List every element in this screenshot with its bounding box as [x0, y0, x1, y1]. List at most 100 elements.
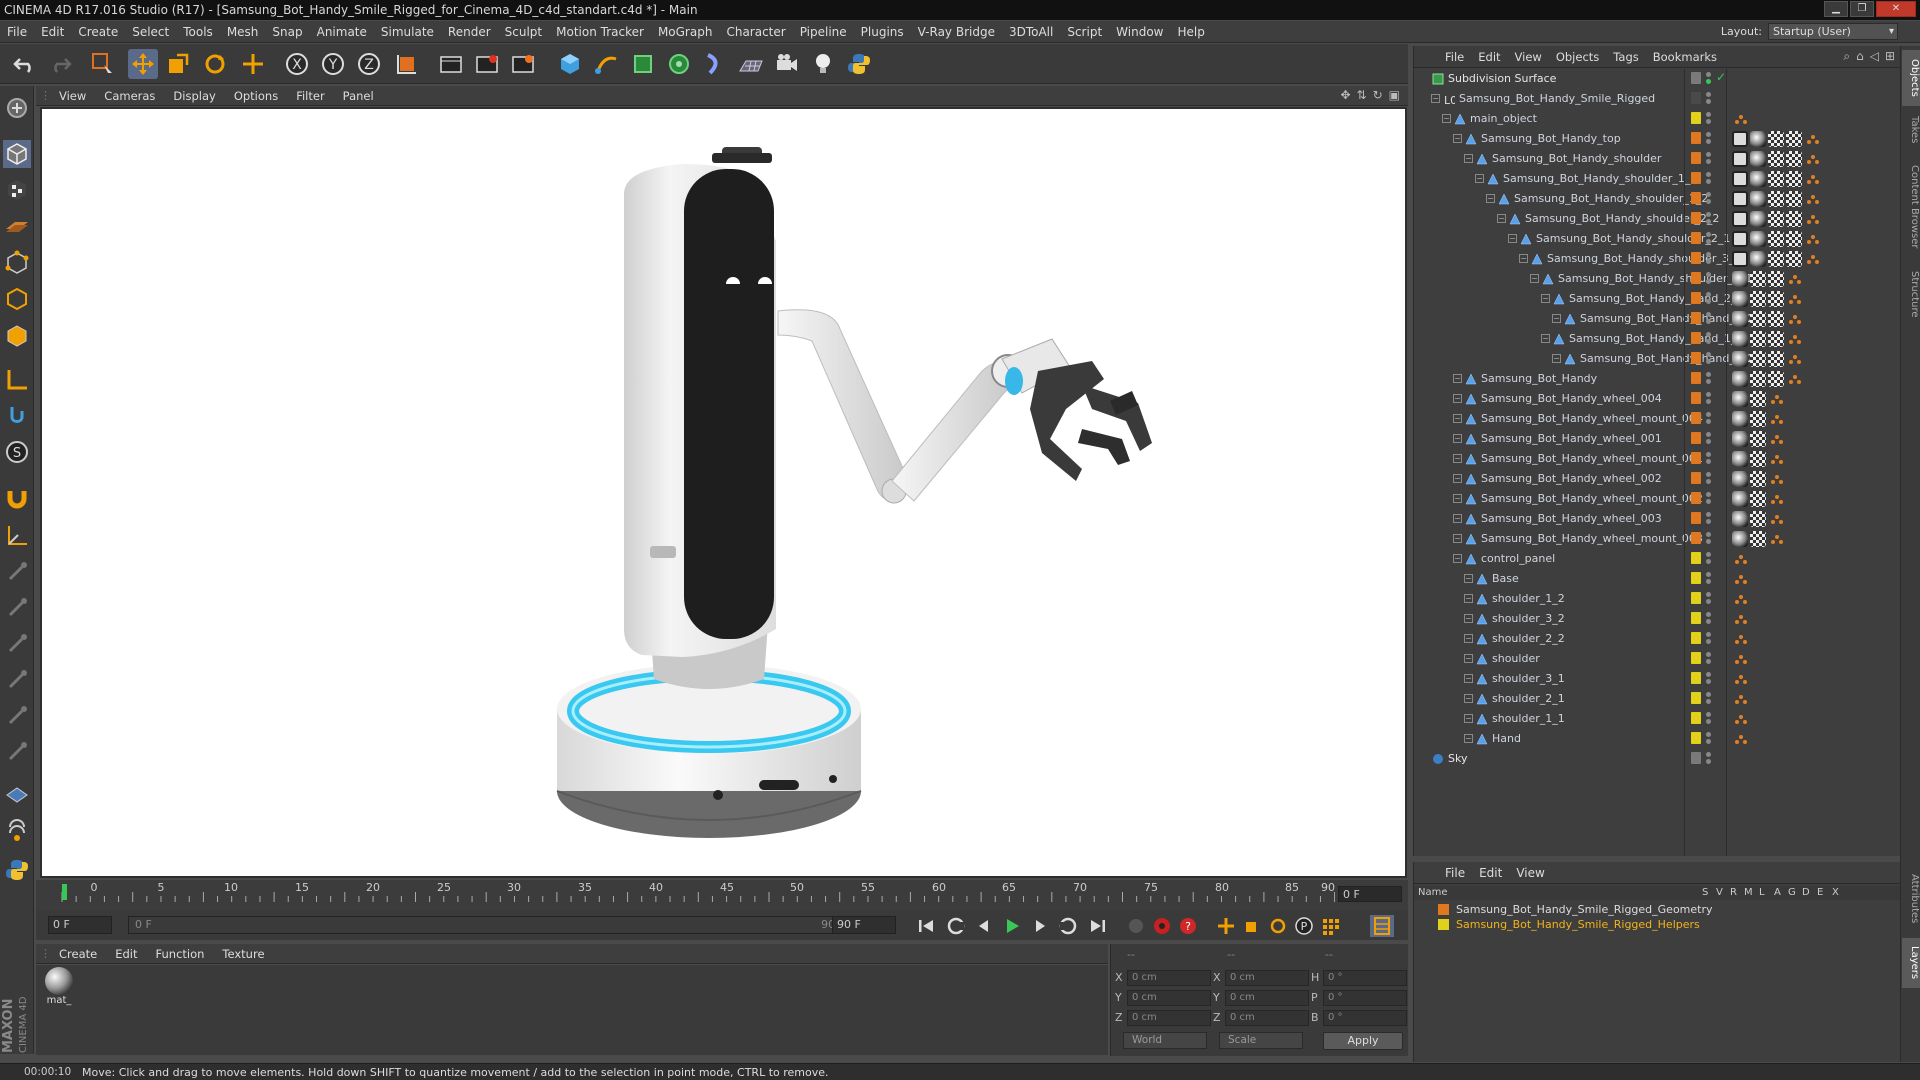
object-name[interactable]: Samsung_Bot_Handy_shoulder_3_2: [1547, 252, 1741, 265]
tag-material-icon[interactable]: [1768, 271, 1784, 287]
tag-ik-icon[interactable]: [1732, 671, 1748, 687]
tag-ik-icon[interactable]: [1768, 531, 1784, 547]
layer-color-indicator[interactable]: [1691, 632, 1701, 644]
visibility-dots-icon[interactable]: [1706, 572, 1711, 586]
menu-help[interactable]: Help: [1170, 21, 1211, 43]
menu-motion-tracker[interactable]: Motion Tracker: [549, 21, 651, 43]
objects-menu-tags[interactable]: Tags: [1606, 46, 1645, 68]
expand-toggle-icon[interactable]: −: [1497, 214, 1506, 223]
expand-toggle-icon[interactable]: −: [1442, 114, 1451, 123]
close-button[interactable]: ✕: [1876, 1, 1916, 17]
size-y-field[interactable]: 0 cm: [1225, 990, 1309, 1006]
object-name[interactable]: Samsung_Bot_Handy_hand_1_1: [1569, 332, 1743, 345]
visibility-dots-icon[interactable]: [1706, 332, 1711, 346]
layer-color-indicator[interactable]: [1691, 752, 1701, 764]
visibility-dots-icon[interactable]: [1706, 612, 1711, 626]
expand-toggle-icon[interactable]: −: [1464, 574, 1473, 583]
tag-ik-icon[interactable]: [1732, 691, 1748, 707]
end-frame-field[interactable]: 90 F: [832, 916, 896, 934]
object-name[interactable]: shoulder_3_1: [1492, 672, 1565, 685]
material-menu-texture[interactable]: Texture: [213, 947, 273, 961]
object-row[interactable]: − Samsung_Bot_Handy_shoulder_3_2: [1414, 249, 1901, 269]
layers-menu-view[interactable]: View: [1509, 862, 1551, 884]
expand-toggle-icon[interactable]: −: [1464, 734, 1473, 743]
visibility-dots-icon[interactable]: [1706, 312, 1711, 326]
objects-menu-bookmarks[interactable]: Bookmarks: [1646, 46, 1724, 68]
deformer-icon[interactable]: [700, 49, 730, 79]
layer-color-indicator[interactable]: [1691, 192, 1701, 204]
layer-color-indicator[interactable]: [1691, 112, 1701, 124]
layer-color-indicator[interactable]: [1691, 532, 1701, 544]
tag-phong-icon[interactable]: [1732, 511, 1748, 527]
object-name[interactable]: control_panel: [1481, 552, 1555, 565]
object-row[interactable]: − Samsung_Bot_Handy_wheel_002: [1414, 469, 1901, 489]
visibility-dots-icon[interactable]: [1706, 212, 1711, 226]
layer-color-indicator[interactable]: [1691, 252, 1701, 264]
object-row[interactable]: − control_panel: [1414, 549, 1901, 569]
rotation-p-field[interactable]: 0 °: [1323, 990, 1407, 1006]
layer-color-indicator[interactable]: [1691, 592, 1701, 604]
tag-material-icon[interactable]: [1750, 411, 1766, 427]
back-icon[interactable]: ◁: [1870, 49, 1879, 64]
tag-material-icon[interactable]: [1750, 391, 1766, 407]
visibility-dots-icon[interactable]: [1706, 692, 1711, 706]
expand-toggle-icon[interactable]: −: [1464, 594, 1473, 603]
object-name[interactable]: Samsung_Bot_Handy_shoulder_3_1: [1558, 272, 1752, 285]
tag-material-icon[interactable]: [1768, 191, 1784, 207]
tag-ik-icon[interactable]: [1732, 731, 1748, 747]
tag-material-icon[interactable]: [1750, 491, 1766, 507]
tag-phong-icon[interactable]: [1750, 231, 1766, 247]
expand-toggle-icon[interactable]: −: [1530, 274, 1539, 283]
tag-constraint-icon[interactable]: [1732, 171, 1748, 187]
edges-mode-icon[interactable]: [3, 285, 31, 313]
y-axis-lock-icon[interactable]: Y: [318, 49, 348, 79]
expand-toggle-icon[interactable]: −: [1541, 294, 1550, 303]
menu-sculpt[interactable]: Sculpt: [498, 21, 549, 43]
render-view-icon[interactable]: [436, 49, 466, 79]
tag-material-icon[interactable]: [1750, 471, 1766, 487]
menu-mesh[interactable]: Mesh: [220, 21, 266, 43]
snap-icon[interactable]: S: [3, 438, 31, 466]
visibility-dots-icon[interactable]: [1706, 472, 1711, 486]
object-row[interactable]: − Samsung_Bot_Handy_hand_2_2: [1414, 309, 1901, 329]
object-row[interactable]: − Samsung_Bot_Handy_wheel_001: [1414, 429, 1901, 449]
visibility-dots-icon[interactable]: [1706, 672, 1711, 686]
menu-character[interactable]: Character: [719, 21, 792, 43]
tag-material-icon[interactable]: [1768, 151, 1784, 167]
tag-material-icon[interactable]: [1786, 191, 1802, 207]
tag-phong-icon[interactable]: [1750, 251, 1766, 267]
layer-color-indicator[interactable]: [1691, 672, 1701, 684]
tag-phong-icon[interactable]: [1732, 531, 1748, 547]
layer-color-indicator[interactable]: [1691, 272, 1701, 284]
tag-material-icon[interactable]: [1750, 431, 1766, 447]
object-name[interactable]: Samsung_Bot_Handy_wheel_001: [1481, 432, 1662, 445]
start-frame-field[interactable]: 0 F: [48, 916, 112, 934]
objects-menu-objects[interactable]: Objects: [1549, 46, 1606, 68]
visibility-dots-icon[interactable]: [1706, 112, 1711, 126]
object-row[interactable]: − shoulder: [1414, 649, 1901, 669]
tag-material-icon[interactable]: [1786, 171, 1802, 187]
position-y-field[interactable]: 0 cm: [1127, 990, 1211, 1006]
python-icon[interactable]: [844, 49, 874, 79]
expand-toggle-icon[interactable]: −: [1464, 634, 1473, 643]
object-row[interactable]: − Samsung_Bot_Handy_hand_1_2: [1414, 349, 1901, 369]
object-name[interactable]: Samsung_Bot_Handy_shoulder_2_1: [1536, 232, 1730, 245]
object-row[interactable]: − Samsung_Bot_Handy_shoulder_1_2: [1414, 189, 1901, 209]
tag-ik-icon[interactable]: [1768, 431, 1784, 447]
visibility-dots-icon[interactable]: [1706, 592, 1711, 606]
object-name[interactable]: main_object: [1470, 112, 1537, 125]
menu-select[interactable]: Select: [125, 21, 176, 43]
object-row[interactable]: − Samsung_Bot_Handy: [1414, 369, 1901, 389]
layer-color-indicator[interactable]: [1691, 332, 1701, 344]
layer-color-indicator[interactable]: [1691, 452, 1701, 464]
expand-toggle-icon[interactable]: −: [1464, 614, 1473, 623]
viewport-menu-options[interactable]: Options: [225, 89, 287, 103]
layer-color-indicator[interactable]: [1691, 312, 1701, 324]
tag-ik-icon[interactable]: [1768, 511, 1784, 527]
tag-ik-icon[interactable]: [1732, 551, 1748, 567]
layer-color-indicator[interactable]: [1691, 652, 1701, 664]
polygons-mode-icon[interactable]: [3, 322, 31, 350]
object-row[interactable]: − L0 Samsung_Bot_Handy_Smile_Rigged: [1414, 89, 1901, 109]
tag-ik-icon[interactable]: [1804, 191, 1820, 207]
search-icon[interactable]: ⌕: [1843, 49, 1850, 64]
